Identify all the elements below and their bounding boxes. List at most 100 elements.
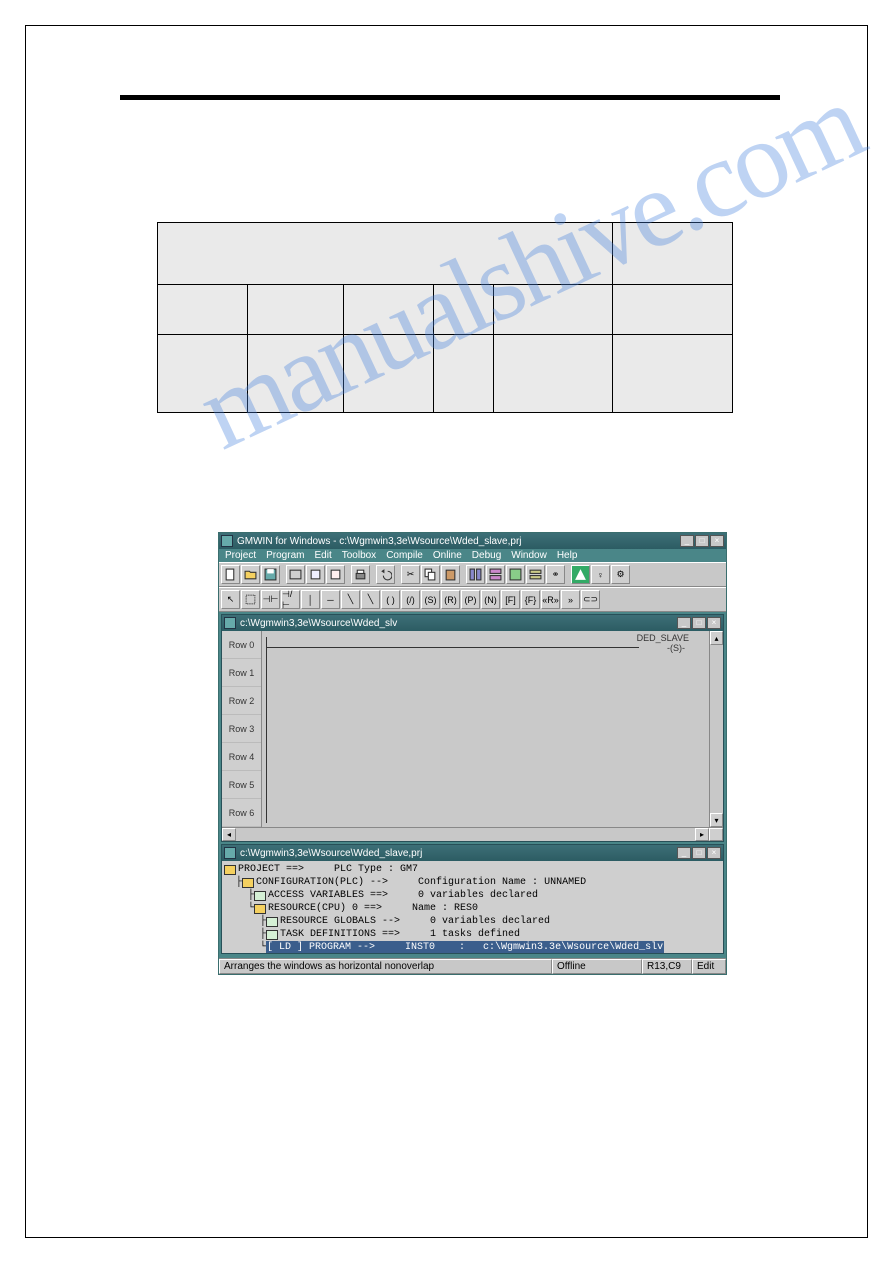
- tree-item: ├RESOURCE GLOBALS --> 0 variables declar…: [224, 915, 721, 928]
- menu-edit[interactable]: Edit: [311, 550, 334, 561]
- ld-coil-icon[interactable]: ( ): [381, 590, 400, 609]
- row-label: Row 6: [222, 799, 261, 827]
- ld-coil-nc-icon[interactable]: (/): [401, 590, 420, 609]
- table-cell: [158, 335, 248, 413]
- window-title: GMWIN for Windows - c:\Wgmwin3,3e\Wsourc…: [237, 536, 680, 547]
- tb-cut-icon[interactable]: ✂: [401, 565, 420, 584]
- ld-hline-icon[interactable]: ─: [321, 590, 340, 609]
- ld-icon[interactable]: ╲: [341, 590, 360, 609]
- menu-project[interactable]: Project: [222, 550, 259, 561]
- tb-copy-icon[interactable]: [421, 565, 440, 584]
- system-icon[interactable]: [224, 847, 236, 859]
- ld-jmp-icon[interactable]: »: [561, 590, 580, 609]
- project-tree[interactable]: PROJECT ==> PLC Type : GM7 ├CONFIGURATIO…: [222, 861, 723, 953]
- row-label: Row 2: [222, 687, 261, 715]
- menu-help[interactable]: Help: [554, 550, 581, 561]
- ld-select-icon[interactable]: [241, 590, 260, 609]
- scroll-right-icon[interactable]: ▸: [695, 828, 709, 841]
- menu-window[interactable]: Window: [508, 550, 550, 561]
- tree-item: └RESOURCE(CPU) 0 ==> Name : RES0: [224, 902, 721, 915]
- ld-fb-icon[interactable]: [F]: [501, 590, 520, 609]
- close-button[interactable]: ×: [707, 847, 721, 859]
- scrollbar-vertical[interactable]: ▴ ▾: [709, 631, 723, 827]
- tb-open-icon[interactable]: [241, 565, 260, 584]
- titlebar[interactable]: GMWIN for Windows - c:\Wgmwin3,3e\Wsourc…: [219, 533, 726, 549]
- row-gutter: Row 0 Row 1 Row 2 Row 3 Row 4 Row 5 Row …: [222, 631, 262, 827]
- project-titlebar[interactable]: c:\Wgmwin3,3e\Wsource\Wded_slave,prj _ □…: [222, 845, 723, 861]
- tb-paste-icon[interactable]: [441, 565, 460, 584]
- tree-item: ├TASK DEFINITIONS ==> 1 tasks defined: [224, 928, 721, 941]
- scrollbar-horizontal[interactable]: ◂ ▸: [222, 827, 723, 841]
- folder-icon: [254, 904, 266, 914]
- ld-contact-no-icon[interactable]: ⊣⊢: [261, 590, 280, 609]
- toolbar-ladder: ↖ ⊣⊢ ⊣/⊢ │ ─ ╲ ╲ ( ) (/) (S) (R) (P) (N)…: [219, 587, 726, 612]
- ld-coil-p-icon[interactable]: (P): [461, 590, 480, 609]
- tb-icon[interactable]: [466, 565, 485, 584]
- tree-item-selected: └[ LD ] PROGRAM --> INST0 : c:\Wgmwin3.3…: [224, 941, 721, 953]
- menu-online[interactable]: Online: [430, 550, 465, 561]
- folder-icon: [242, 878, 254, 888]
- close-button[interactable]: ×: [707, 617, 721, 629]
- toolbar-separator: [371, 565, 375, 584]
- minimize-button[interactable]: _: [677, 617, 691, 629]
- frame-table: [157, 222, 733, 413]
- minimize-button[interactable]: _: [677, 847, 691, 859]
- ladder-title: c:\Wgmwin3,3e\Wsource\Wded_slv: [240, 618, 677, 629]
- status-edit: Edit: [692, 959, 726, 974]
- page-icon: [254, 891, 266, 901]
- scroll-down-icon[interactable]: ▾: [710, 813, 723, 827]
- system-icon[interactable]: [221, 535, 233, 547]
- row-label: Row 3: [222, 715, 261, 743]
- tb-icon[interactable]: [286, 565, 305, 584]
- menu-toolbox[interactable]: Toolbox: [339, 550, 379, 561]
- tb-icon[interactable]: [326, 565, 345, 584]
- table-cell: [158, 223, 613, 285]
- tree-item: ├CONFIGURATION(PLC) --> Configuration Na…: [224, 876, 721, 889]
- close-button[interactable]: ×: [710, 535, 724, 547]
- toolbar-separator: [566, 565, 570, 584]
- table-cell: [434, 285, 494, 335]
- maximize-button[interactable]: □: [692, 847, 706, 859]
- ld-icon[interactable]: ⊂⊃: [581, 590, 600, 609]
- ladder-canvas[interactable]: DED_SLAVE -(S)-: [262, 631, 709, 827]
- maximize-button[interactable]: □: [695, 535, 709, 547]
- scroll-track[interactable]: [710, 645, 723, 813]
- scroll-track[interactable]: [236, 828, 695, 841]
- tb-icon[interactable]: ♀: [591, 565, 610, 584]
- ld-arrow-icon[interactable]: ↖: [221, 590, 240, 609]
- table-cell: [248, 335, 344, 413]
- menu-program[interactable]: Program: [263, 550, 307, 561]
- system-icon[interactable]: [224, 617, 236, 629]
- tb-undo-icon[interactable]: [376, 565, 395, 584]
- ld-coil-n-icon[interactable]: (N): [481, 590, 500, 609]
- ld-coil-s-icon[interactable]: (S): [421, 590, 440, 609]
- ld-coil-r-icon[interactable]: (R): [441, 590, 460, 609]
- scroll-up-icon[interactable]: ▴: [710, 631, 723, 645]
- table-cell: [494, 285, 613, 335]
- minimize-button[interactable]: _: [680, 535, 694, 547]
- tb-icon[interactable]: [526, 565, 545, 584]
- ld-ret-icon[interactable]: «R»: [541, 590, 560, 609]
- tb-icon[interactable]: [486, 565, 505, 584]
- tb-save-icon[interactable]: [261, 565, 280, 584]
- ld-func-icon[interactable]: {F}: [521, 590, 540, 609]
- tb-link-icon[interactable]: ⚭: [546, 565, 565, 584]
- project-window: c:\Wgmwin3,3e\Wsource\Wded_slave,prj _ □…: [221, 844, 724, 954]
- tb-icon[interactable]: [506, 565, 525, 584]
- ladder-titlebar[interactable]: c:\Wgmwin3,3e\Wsource\Wded_slv _ □ ×: [222, 615, 723, 631]
- tb-icon[interactable]: [571, 565, 590, 584]
- scroll-left-icon[interactable]: ◂: [222, 828, 236, 841]
- tb-new-icon[interactable]: [221, 565, 240, 584]
- row-label: Row 5: [222, 771, 261, 799]
- menu-compile[interactable]: Compile: [383, 550, 426, 561]
- ld-contact-nc-icon[interactable]: ⊣/⊢: [281, 590, 300, 609]
- ld-vline-icon[interactable]: │: [301, 590, 320, 609]
- tb-icon[interactable]: ⚙: [611, 565, 630, 584]
- table-cell: [613, 223, 733, 285]
- tb-icon[interactable]: [306, 565, 325, 584]
- ld-icon[interactable]: ╲: [361, 590, 380, 609]
- maximize-button[interactable]: □: [692, 617, 706, 629]
- tb-print-icon[interactable]: [351, 565, 370, 584]
- status-message: Arranges the windows as horizontal nonov…: [219, 959, 552, 974]
- menu-debug[interactable]: Debug: [469, 550, 504, 561]
